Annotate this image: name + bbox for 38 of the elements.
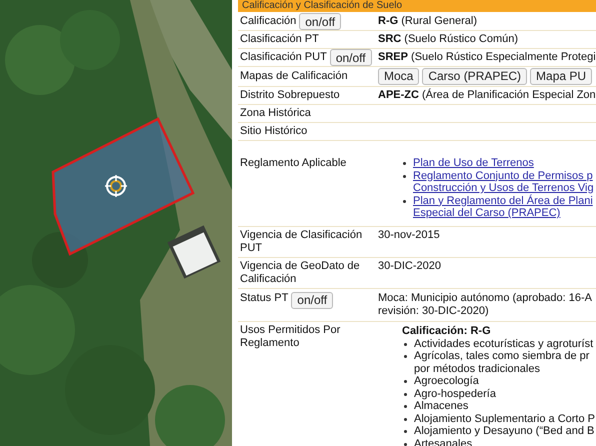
field-label: Zona Histórica xyxy=(240,107,311,120)
map-button[interactable]: Mapa PU xyxy=(530,68,592,85)
field-label: Reglamento Aplicable xyxy=(240,157,346,170)
permitted-use: Agro-hospedería xyxy=(414,388,496,400)
field-label: Mapas de Calificación xyxy=(240,70,348,83)
permitted-use: Alojamiento Suplementario a Corto P xyxy=(414,412,595,424)
field-label: Distrito Sobrepuesto xyxy=(240,89,340,102)
section-header: Calificación y Clasificación de Suelo xyxy=(238,0,596,12)
regulation-link[interactable]: Reglamento Conjunto de Permisos p Construcción y Usos de Terrenos Vig xyxy=(413,170,594,194)
field-label: Clasificación PUT xyxy=(240,51,327,64)
toggle-button[interactable]: on/off xyxy=(330,49,372,66)
field-label: Status PT xyxy=(240,292,288,304)
permitted-use: Alojamiento y Desayuno (“Bed and B xyxy=(414,425,594,437)
map-button[interactable]: Carso (PRAPEC) xyxy=(422,68,528,85)
permitted-use: Actividades ecoturísticas y agroturíst xyxy=(414,338,594,350)
permitted-use: Agroecología xyxy=(414,375,479,387)
field-label: Calificación xyxy=(240,15,296,28)
field-label: Vigencia de GeoDato de Calificación xyxy=(240,260,361,286)
regulation-link[interactable]: Plan y Reglamento del Área de Plani Especial del Carso (PRAPEC) xyxy=(413,194,593,220)
permitted-use: Agrícolas, tales como siembra de pr por métodos tradicionales xyxy=(414,350,590,374)
crosshair-icon xyxy=(104,174,128,198)
uses-heading: Calificación: R-G xyxy=(402,324,492,338)
field-value: Moca: Municipio autónomo (aprobado: 16-A revisión: 30-DIC-2020) xyxy=(378,292,592,316)
field-value: 30-nov-2015 xyxy=(378,228,440,240)
toggle-button[interactable]: on/off xyxy=(291,292,334,308)
map-button[interactable]: Moca xyxy=(378,68,420,85)
field-value: 30-DIC-2020 xyxy=(378,260,441,272)
field-value: SRC (Suelo Rústico Común) xyxy=(378,33,518,45)
field-value: SREP (Suelo Rústico Especialmente Protegi xyxy=(378,51,596,63)
regulation-link[interactable]: Plan de Uso de Terrenos xyxy=(413,157,534,170)
field-label: Usos Permitidos Por Reglamento xyxy=(240,324,342,350)
toggle-button[interactable]: on/off xyxy=(299,13,342,30)
permitted-use: Almacenes xyxy=(414,400,468,412)
field-label: Sitio Histórico xyxy=(240,125,308,138)
field-value: APE-ZC (Área de Planificación Especial Zon xyxy=(378,89,596,101)
field-label: Clasificación PT xyxy=(240,33,319,46)
field-label: Vigencia de Clasificación PUT xyxy=(240,228,364,254)
field-value: R-G (Rural General) xyxy=(378,15,478,27)
